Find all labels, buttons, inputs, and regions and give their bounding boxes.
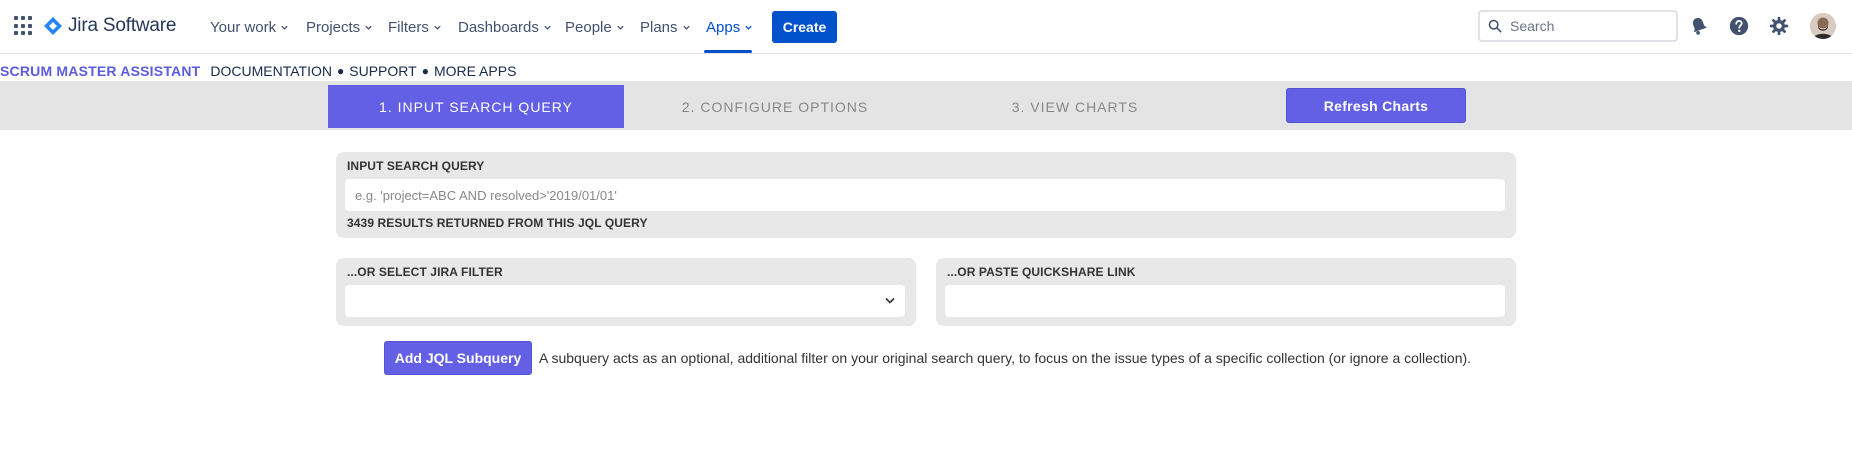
jira-diamond-icon [44,17,62,35]
link-separator: ● [337,64,345,78]
nav-your-work[interactable]: Your work [210,17,289,37]
create-button[interactable]: Create [772,11,837,43]
search-query-label: INPUT SEARCH QUERY [347,159,485,173]
help-icon[interactable] [1726,13,1752,39]
nav-label: Your work [210,18,277,36]
nav-label: Plans [640,18,678,36]
plugin-header: SCRUM MASTER ASSISTANT DOCUMENTATION ● S… [0,62,516,80]
subquery-description: A subquery acts as an optional, addition… [539,350,1472,366]
quickshare-panel: ...OR PASTE QUICKSHARE LINK [936,258,1516,326]
nav-people[interactable]: People [565,17,625,37]
link-separator: ● [421,64,429,78]
step-input-search-query[interactable]: 1. INPUT SEARCH QUERY [328,85,624,128]
chevron-down-icon [745,25,752,30]
active-nav-indicator [704,50,752,53]
nav-label: People [565,18,612,36]
step-configure-options[interactable]: 2. CONFIGURE OPTIONS [627,85,923,128]
more-apps-link[interactable]: MORE APPS [434,63,516,79]
nav-label: Apps [706,18,741,36]
chevron-down-icon [544,25,551,30]
nav-apps[interactable]: Apps [706,17,753,37]
chevron-down-icon [281,25,288,30]
search-icon [1488,19,1502,33]
wizard-steps-bar: 1. INPUT SEARCH QUERY 2. CONFIGURE OPTIO… [0,81,1852,130]
gear-icon [1769,16,1789,36]
nav-label: Filters [388,18,429,36]
nav-projects[interactable]: Projects [306,17,373,37]
step-view-charts[interactable]: 3. VIEW CHARTS [927,85,1223,128]
chevron-down-icon [365,25,372,30]
nav-label: Projects [306,18,361,36]
refresh-charts-button[interactable]: Refresh Charts [1286,88,1466,123]
jira-filter-panel: ...OR SELECT JIRA FILTER [336,258,916,326]
chevron-down-icon [885,297,895,304]
bell-icon [1692,17,1707,35]
plugin-title[interactable]: SCRUM MASTER ASSISTANT [0,63,200,79]
nav-dashboards[interactable]: Dashboards [458,17,552,37]
add-jql-subquery-button[interactable]: Add JQL Subquery [384,341,532,375]
brand-name: Jira Software [68,15,177,36]
question-icon [1729,16,1749,36]
nav-plans[interactable]: Plans [640,17,691,37]
search-input[interactable] [1510,18,1660,34]
jira-filter-label: ...OR SELECT JIRA FILTER [347,265,503,279]
query-result-count: 3439 RESULTS RETURNED FROM THIS JQL QUER… [347,216,648,230]
global-search[interactable] [1478,10,1678,42]
chevron-down-icon [682,25,690,30]
nav-label: Dashboards [458,18,539,36]
settings-icon[interactable] [1766,13,1792,39]
search-query-panel: INPUT SEARCH QUERY 3439 RESULTS RETURNED… [336,152,1516,238]
nav-filters[interactable]: Filters [388,17,442,37]
notifications-icon[interactable] [1686,13,1712,39]
quickshare-label: ...OR PASTE QUICKSHARE LINK [947,265,1136,279]
jira-logo[interactable]: Jira Software [44,14,176,38]
app-switcher-icon[interactable] [14,16,34,36]
jira-filter-select[interactable] [345,285,905,317]
chevron-down-icon [434,25,441,30]
support-link[interactable]: SUPPORT [349,63,416,79]
avatar-icon [1810,13,1836,39]
user-avatar[interactable] [1810,13,1836,39]
chevron-down-icon [617,25,624,30]
jql-query-input[interactable] [345,179,1505,211]
quickshare-link-input[interactable] [945,285,1505,317]
documentation-link[interactable]: DOCUMENTATION [210,63,332,79]
top-navigation: Jira Software Your work Projects Filters… [0,0,1852,54]
